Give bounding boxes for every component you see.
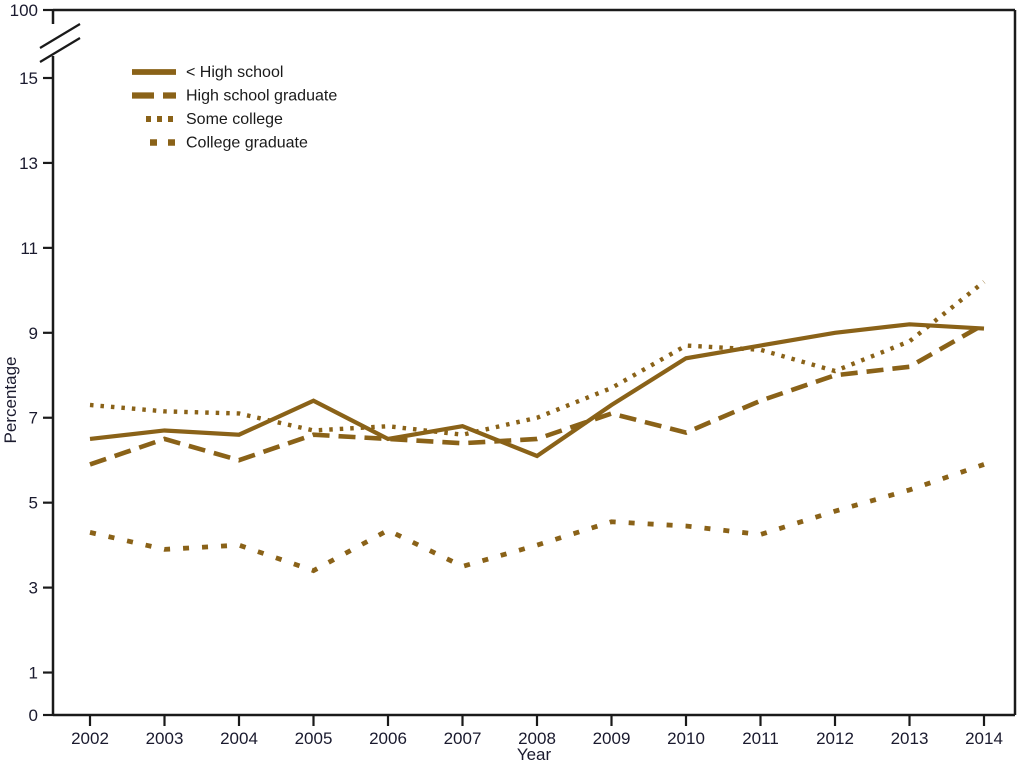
y-tick-label: 100: [10, 1, 38, 20]
legend-label-3: College graduate: [186, 135, 308, 152]
legend-label-0: < High school: [186, 64, 283, 81]
x-tick-label: 2004: [220, 729, 258, 748]
x-tick-label: 2012: [816, 729, 854, 748]
x-tick-label: 2013: [891, 729, 929, 748]
x-tick-label: 2007: [444, 729, 482, 748]
series-line-1: [89, 322, 986, 467]
legend: < High school High school graduate Some co…: [132, 64, 337, 152]
y-tick-label: 3: [29, 579, 38, 598]
x-tick-label: 2014: [965, 729, 1003, 748]
line-chart: 013579111315100 2002 2003 2004 2005 2006 2007…: [1, 1, 1017, 764]
chart-container: 0 1 3 5 7 9 11 13 15 100 2002 2003 2004 2005 2006 2007…: [0, 0, 1032, 765]
series-line-3: [89, 462, 985, 574]
x-tick-label: 2011: [742, 729, 779, 748]
x-axis-title: Year: [517, 745, 552, 764]
series-line-0: [89, 322, 985, 459]
y-tick-label: 13: [19, 154, 38, 173]
x-tick-label: 2006: [369, 729, 407, 748]
y-tick-label: 9: [29, 324, 38, 343]
y-tick-label: 1: [29, 664, 38, 683]
y-tick-label: 5: [29, 494, 38, 513]
y-axis-title: Percentage: [1, 357, 20, 444]
y-axis-break-icon: [39, 23, 81, 63]
x-axis-ticks: 2002 2003 2004 2005 2006 2007 2008 2009 2010 2011…: [71, 715, 1003, 748]
x-tick-label: 2003: [146, 729, 184, 748]
x-tick-label: 2009: [593, 729, 631, 748]
x-tick-label: 2005: [295, 729, 333, 748]
x-tick-label: 2010: [667, 729, 705, 748]
legend-label-2: Some college: [186, 111, 283, 128]
y-tick-label: 7: [29, 409, 38, 428]
series-line-2: [89, 280, 986, 437]
legend-label-1: High school graduate: [186, 88, 337, 105]
x-tick-label: 2002: [71, 729, 109, 748]
y-tick-label: 0: [29, 706, 38, 725]
y-tick-label: 11: [20, 239, 38, 258]
series-lines: [89, 280, 986, 574]
y-tick-label: 15: [19, 69, 38, 88]
